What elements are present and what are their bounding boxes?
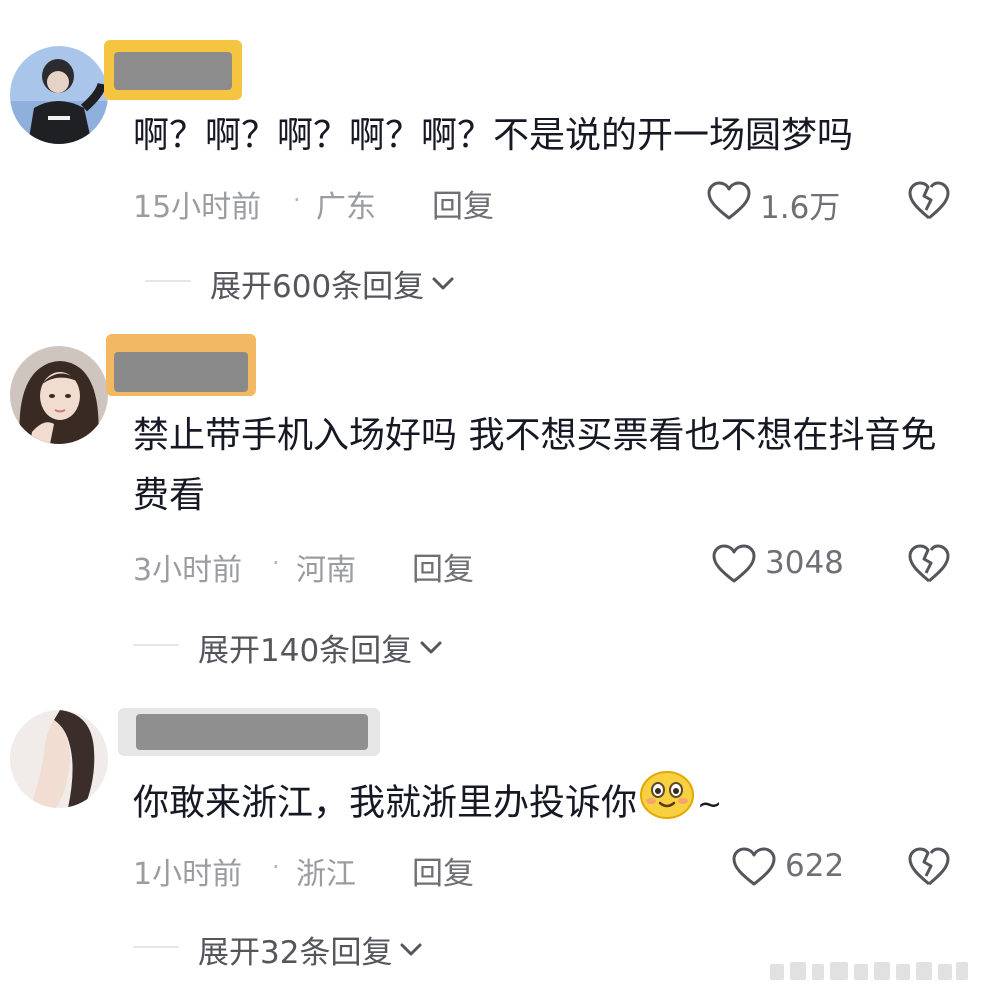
comment-location: 广东 bbox=[316, 190, 376, 225]
meta-separator: · bbox=[272, 853, 280, 881]
username-redacted bbox=[106, 334, 256, 396]
heart-icon[interactable] bbox=[731, 846, 777, 892]
meta-separator: · bbox=[272, 549, 280, 577]
comment-location: 河南 bbox=[296, 553, 356, 588]
broken-heart-icon[interactable] bbox=[907, 543, 951, 589]
meta-separator: · bbox=[293, 186, 301, 214]
comment-text: 你敢来浙江，我就浙里办投诉你 ~ bbox=[133, 770, 722, 839]
comment-text: 禁止带手机入场好吗 我不想买票看也不想在抖音免费看 bbox=[133, 415, 937, 516]
comment-time: 1小时前 bbox=[133, 857, 243, 892]
chevron-down-icon bbox=[420, 641, 442, 653]
username-redacted bbox=[118, 708, 380, 756]
username-redacted bbox=[104, 40, 242, 100]
comment-text-body: 你敢来浙江，我就浙里办投诉你 bbox=[133, 782, 638, 824]
smiling-face-icon bbox=[639, 770, 695, 839]
expand-replies-label: 展开140条回复 bbox=[198, 633, 413, 669]
like-count: 622 bbox=[785, 848, 845, 884]
broken-heart-icon[interactable] bbox=[907, 846, 951, 892]
comment-time: 15小时前 bbox=[133, 190, 262, 225]
expand-replies-button[interactable]: 展开600条回复 bbox=[210, 261, 456, 306]
divider-line bbox=[133, 946, 179, 948]
like-count: 1.6万 bbox=[760, 190, 841, 226]
heart-icon[interactable] bbox=[706, 180, 752, 226]
expand-replies-label: 展开600条回复 bbox=[210, 269, 425, 305]
comment-time: 3小时前 bbox=[133, 553, 243, 588]
avatar[interactable] bbox=[10, 710, 108, 808]
reply-button[interactable]: 回复 bbox=[412, 848, 474, 893]
comment-text: 啊？啊？啊？啊？啊？不是说的开一场圆梦吗 bbox=[133, 115, 854, 156]
expand-replies-button[interactable]: 展开32条回复 bbox=[198, 927, 424, 972]
broken-heart-icon[interactable] bbox=[907, 180, 951, 226]
reply-button[interactable]: 回复 bbox=[432, 181, 494, 226]
expand-replies-label: 展开32条回复 bbox=[198, 935, 393, 971]
expand-replies-button[interactable]: 展开140条回复 bbox=[198, 625, 444, 670]
comment-text-suffix: ~ bbox=[697, 787, 723, 823]
chevron-down-icon bbox=[400, 943, 422, 955]
comment-location: 浙江 bbox=[296, 857, 356, 892]
avatar[interactable] bbox=[10, 46, 108, 144]
avatar[interactable] bbox=[10, 346, 108, 444]
divider-line bbox=[145, 280, 191, 282]
divider-line bbox=[133, 644, 179, 646]
like-count: 3048 bbox=[765, 545, 844, 581]
heart-icon[interactable] bbox=[711, 543, 757, 589]
chevron-down-icon bbox=[432, 277, 454, 289]
reply-button[interactable]: 回复 bbox=[412, 544, 474, 589]
watermark bbox=[770, 958, 970, 986]
